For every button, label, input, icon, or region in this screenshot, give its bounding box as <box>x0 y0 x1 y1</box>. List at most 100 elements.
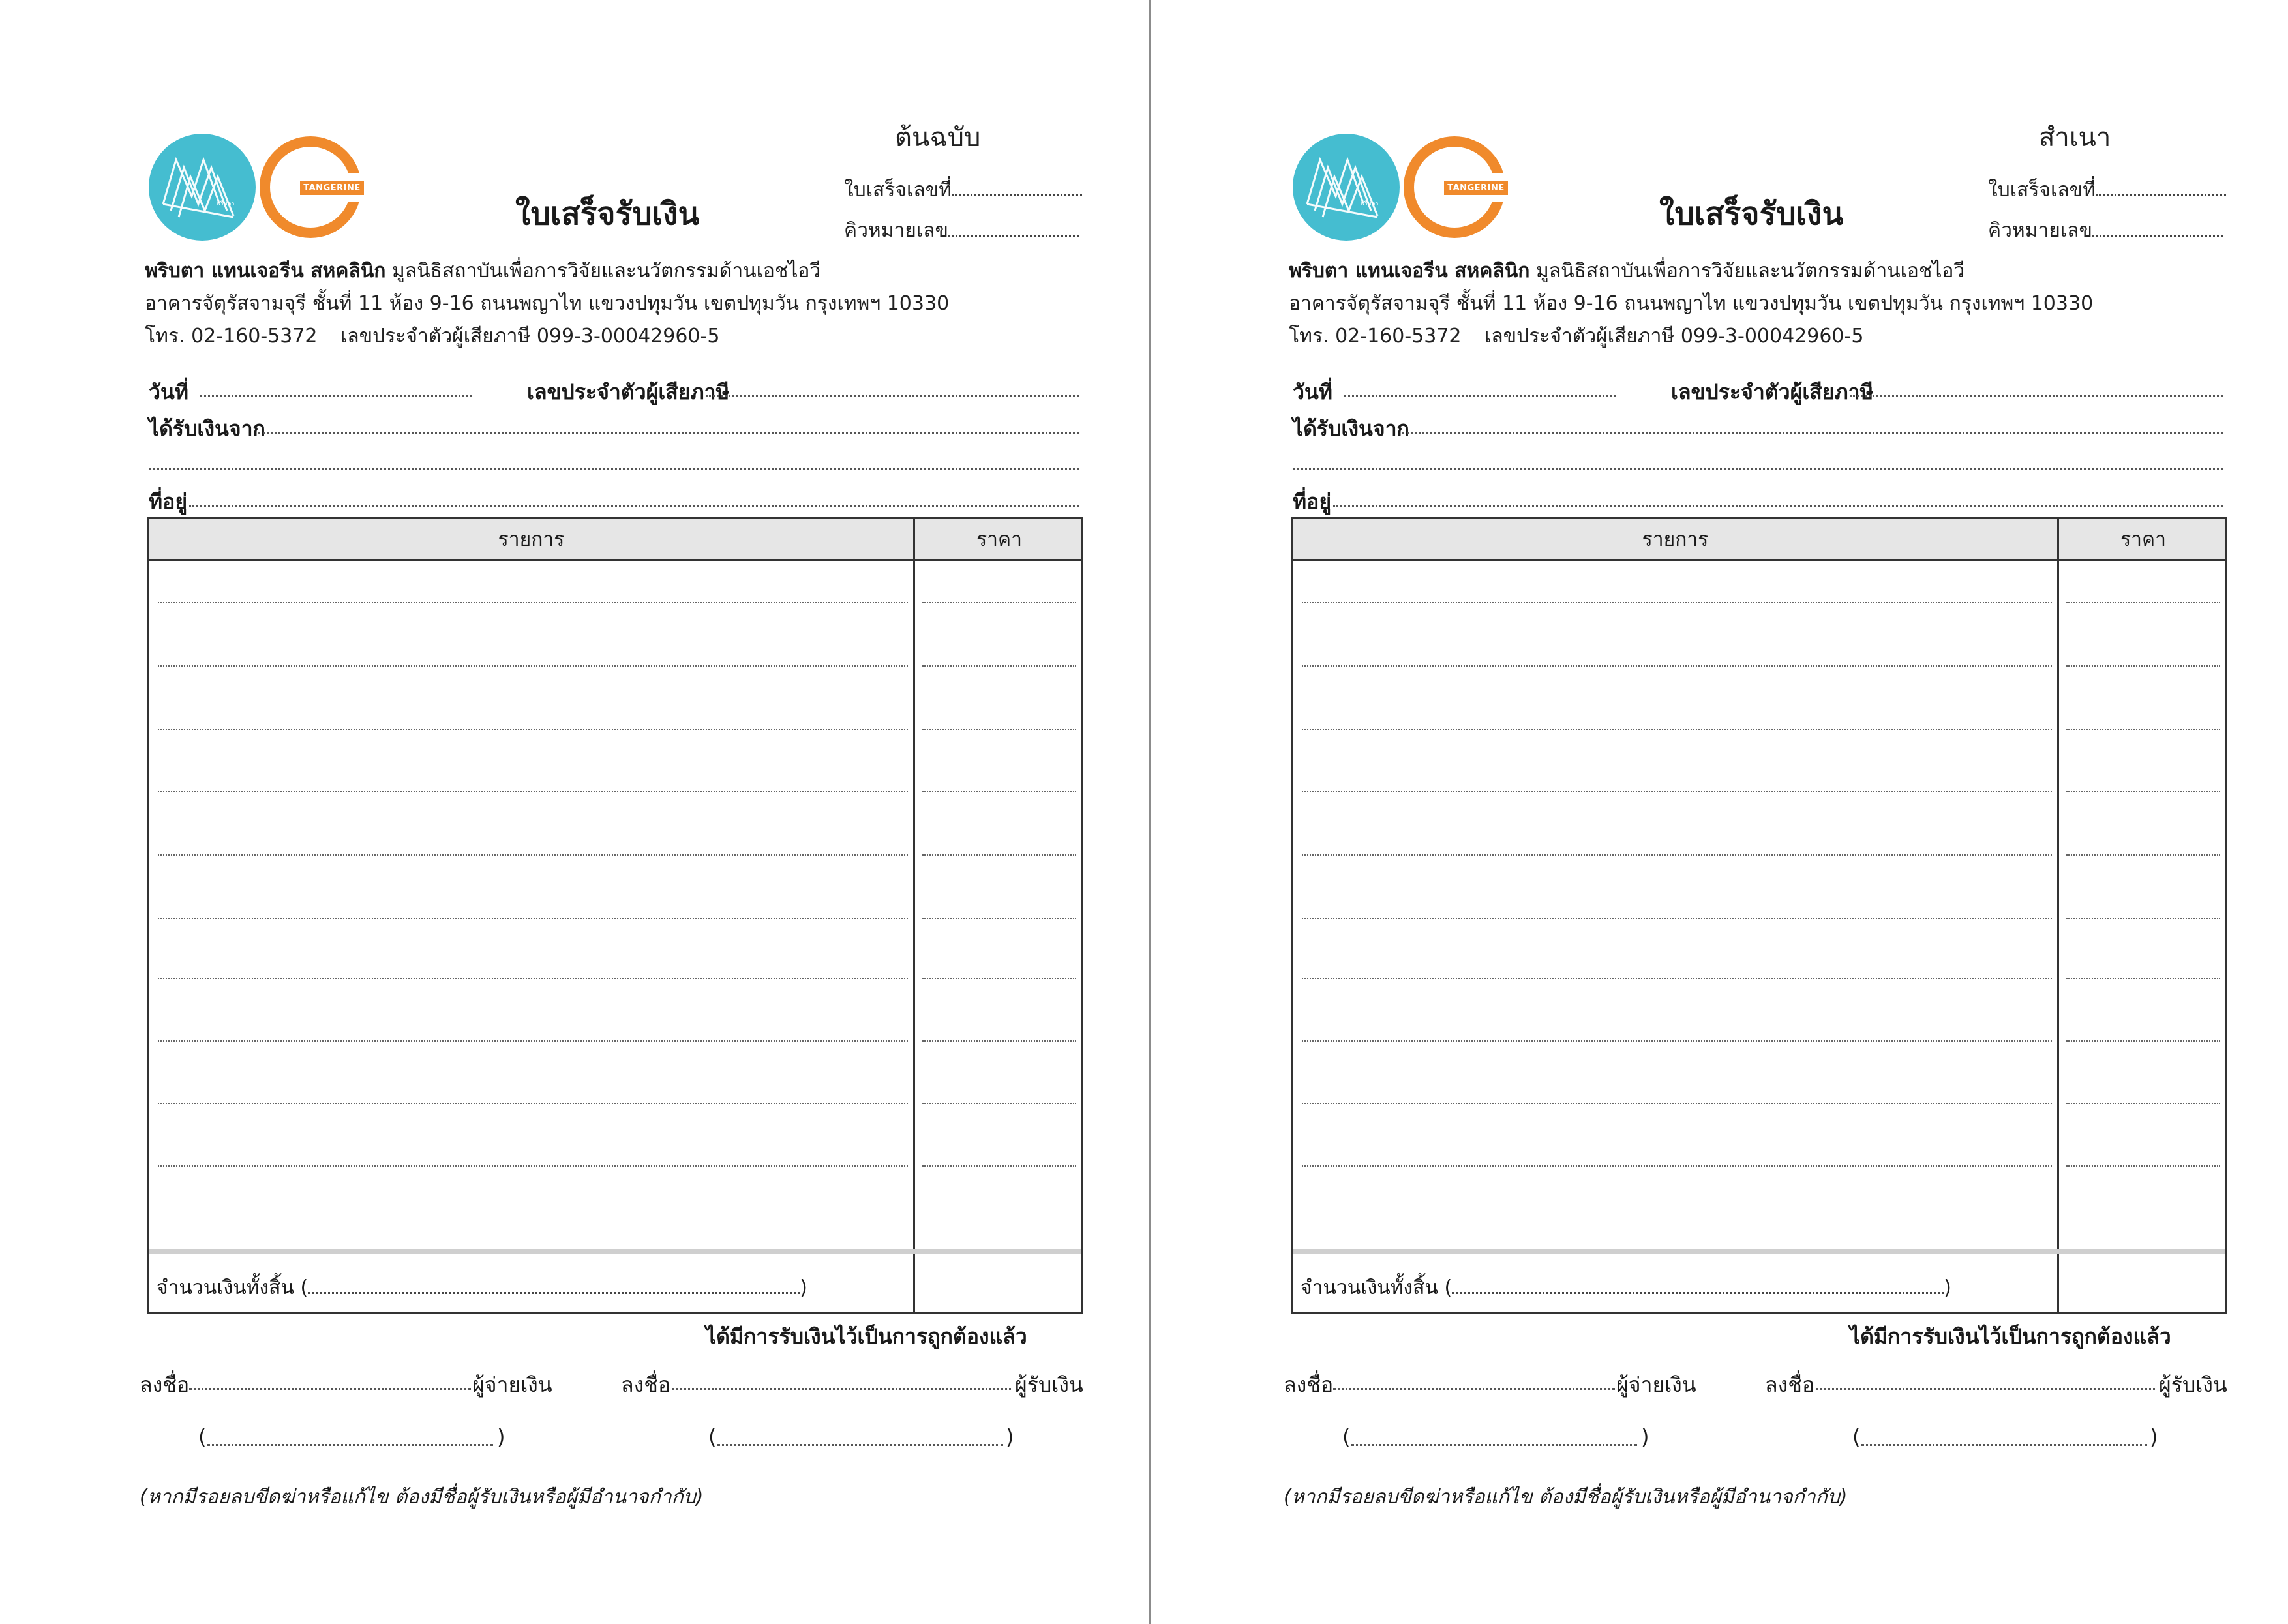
total-amount-close: ) <box>1944 1276 1951 1299</box>
payer-signature-label: ลงชื่อ <box>140 1372 190 1397</box>
price-row-line[interactable] <box>922 1040 1076 1042</box>
received-from-input-line-2[interactable] <box>1293 468 2223 470</box>
receiver-signature-label: ลงชื่อ <box>1765 1372 1815 1397</box>
payer-signature-line[interactable] <box>189 1388 471 1390</box>
total-amount-label: จำนวนเงินทั้งสิ้น ( <box>157 1276 309 1299</box>
organization-name: พริบตา แทนเจอรีน สหคลินิก มูลนิธิสถาบันเ… <box>145 256 820 286</box>
price-row-line[interactable] <box>922 1165 1076 1167</box>
item-row-line[interactable] <box>1302 665 2052 667</box>
received-from-input-line[interactable] <box>258 432 1079 434</box>
received-from-input-line-2[interactable] <box>149 468 1079 470</box>
item-row-line[interactable] <box>1302 978 2052 979</box>
organization-name-bold: พริบตา แทนเจอรีน สหคลินิก <box>145 260 386 282</box>
item-row-line[interactable] <box>1302 791 2052 792</box>
date-input-line[interactable] <box>1344 395 1616 397</box>
price-row-line[interactable] <box>2066 1040 2220 1042</box>
price-row-line[interactable] <box>922 602 1076 603</box>
tangerine-logo-text: TANGERINE <box>1444 181 1508 195</box>
items-table: รายการ ราคา จำนวนเงินทั้งสิ้น () <box>1291 517 2227 1314</box>
price-row-line[interactable] <box>2066 1165 2220 1167</box>
payer-name-line[interactable] <box>1351 1444 1637 1446</box>
price-row-line[interactable] <box>922 665 1076 667</box>
price-row-line[interactable] <box>922 854 1076 856</box>
item-row-line[interactable] <box>1302 1040 2052 1042</box>
column-header-price: ราคา <box>976 528 1022 551</box>
item-row-line[interactable] <box>158 602 908 603</box>
address-input-line[interactable] <box>1333 505 2223 507</box>
item-row-line[interactable] <box>1302 729 2052 730</box>
price-row-line[interactable] <box>922 918 1076 919</box>
item-row-line[interactable] <box>158 729 908 730</box>
item-row-line[interactable] <box>158 854 908 856</box>
price-row-line[interactable] <box>922 1103 1076 1104</box>
receiver-signature-line[interactable] <box>672 1388 1011 1390</box>
table-header: รายการ ราคา <box>1293 519 2225 561</box>
address-label: ที่อยู่ <box>149 489 188 514</box>
queue-number-field[interactable]: คิวหมายเลข <box>1988 215 2223 246</box>
receipt-number-label: ใบเสร็จเลขที่ <box>1988 179 2096 202</box>
price-row-line[interactable] <box>2066 918 2220 919</box>
total-amount-field[interactable]: จำนวนเงินทั้งสิ้น () <box>1301 1272 1951 1303</box>
payer-signature-line[interactable] <box>1333 1388 1615 1390</box>
column-header-price: ราคา <box>2120 528 2166 551</box>
receipt-number-field[interactable]: ใบเสร็จเลขที่ <box>844 175 1082 205</box>
receiver-name-line[interactable] <box>717 1444 1003 1446</box>
pribta-logo-text: พริบตา <box>217 201 235 207</box>
table-column-divider <box>913 519 915 1312</box>
tangerine-logo: TANGERINE <box>1401 134 1508 241</box>
organization-tax-id: เลขประจำตัวผู้เสียภาษี 099-3-00042960-5 <box>1484 325 1864 348</box>
receipt-number-field[interactable]: ใบเสร็จเลขที่ <box>1988 175 2226 205</box>
correction-note: (หากมีรอยลบขีดฆ่าหรือแก้ไข ต้องมีชื่อผู้… <box>140 1486 704 1509</box>
item-row-line[interactable] <box>158 1165 908 1167</box>
payer-name-line[interactable] <box>207 1444 493 1446</box>
payer-name-paren-close: ) <box>497 1424 505 1449</box>
receiver-name-line[interactable] <box>1861 1444 2147 1446</box>
organization-name-rest: มูลนิธิสถาบันเพื่อการวิจัยและนวัตกรรมด้า… <box>385 260 821 282</box>
item-row-line[interactable] <box>158 791 908 792</box>
payer-tax-id-input-line[interactable] <box>1850 395 2223 397</box>
item-row-line[interactable] <box>158 918 908 919</box>
receipt-original: ต้นฉบับ พริบตา TANGERINE ใบเสร็จรับเงิน … <box>0 0 1144 1617</box>
price-row-line[interactable] <box>2066 1103 2220 1104</box>
item-row-line[interactable] <box>1302 854 2052 856</box>
price-row-line[interactable] <box>2066 978 2220 979</box>
form-title: ใบเสร็จรับเงิน <box>515 196 700 232</box>
payer-role-label: ผู้จ่ายเงิน <box>472 1372 552 1397</box>
tangerine-logo: TANGERINE <box>257 134 364 241</box>
price-row-line[interactable] <box>2066 791 2220 792</box>
price-row-line[interactable] <box>2066 729 2220 730</box>
item-row-line[interactable] <box>158 1040 908 1042</box>
price-row-line[interactable] <box>2066 854 2220 856</box>
items-table: รายการ ราคา จำนวนเงินทั้งสิ้น () <box>147 517 1083 1314</box>
payer-name-paren-open: ( <box>198 1424 207 1449</box>
price-row-line[interactable] <box>922 729 1076 730</box>
receiver-signature-line[interactable] <box>1816 1388 2155 1390</box>
price-row-line[interactable] <box>2066 665 2220 667</box>
item-row-line[interactable] <box>158 665 908 667</box>
item-row-line[interactable] <box>1302 1103 2052 1104</box>
item-row-line[interactable] <box>1302 602 2052 603</box>
organization-phone: โทร. 02-160-5372 <box>1289 325 1462 348</box>
item-row-line[interactable] <box>1302 918 2052 919</box>
item-row-line[interactable] <box>158 978 908 979</box>
address-input-line[interactable] <box>189 505 1079 507</box>
price-row-line[interactable] <box>2066 602 2220 603</box>
date-input-line[interactable] <box>200 395 472 397</box>
received-from-input-line[interactable] <box>1402 432 2223 434</box>
receiver-role-label: ผู้รับเงิน <box>2159 1372 2227 1397</box>
price-row-line[interactable] <box>922 791 1076 792</box>
item-row-line[interactable] <box>158 1103 908 1104</box>
receiver-name-paren-close: ) <box>1006 1424 1014 1449</box>
pribta-logo: พริบตา <box>1293 134 1400 241</box>
queue-number-field[interactable]: คิวหมายเลข <box>844 215 1079 246</box>
received-statement: ได้มีการรับเงินไว้เป็นการถูกต้องแล้ว <box>1850 1324 2171 1349</box>
received-from-label: ได้รับเงินจาก <box>149 416 265 441</box>
item-row-line[interactable] <box>1302 1165 2052 1167</box>
column-header-item: รายการ <box>498 528 565 551</box>
total-amount-field[interactable]: จำนวนเงินทั้งสิ้น () <box>157 1272 807 1303</box>
pribta-logo: พริบตา <box>149 134 256 241</box>
price-row-line[interactable] <box>922 978 1076 979</box>
payer-tax-id-label: เลขประจำตัวผู้เสียภาษี <box>527 380 730 404</box>
organization-phone: โทร. 02-160-5372 <box>145 325 318 348</box>
payer-tax-id-input-line[interactable] <box>706 395 1079 397</box>
